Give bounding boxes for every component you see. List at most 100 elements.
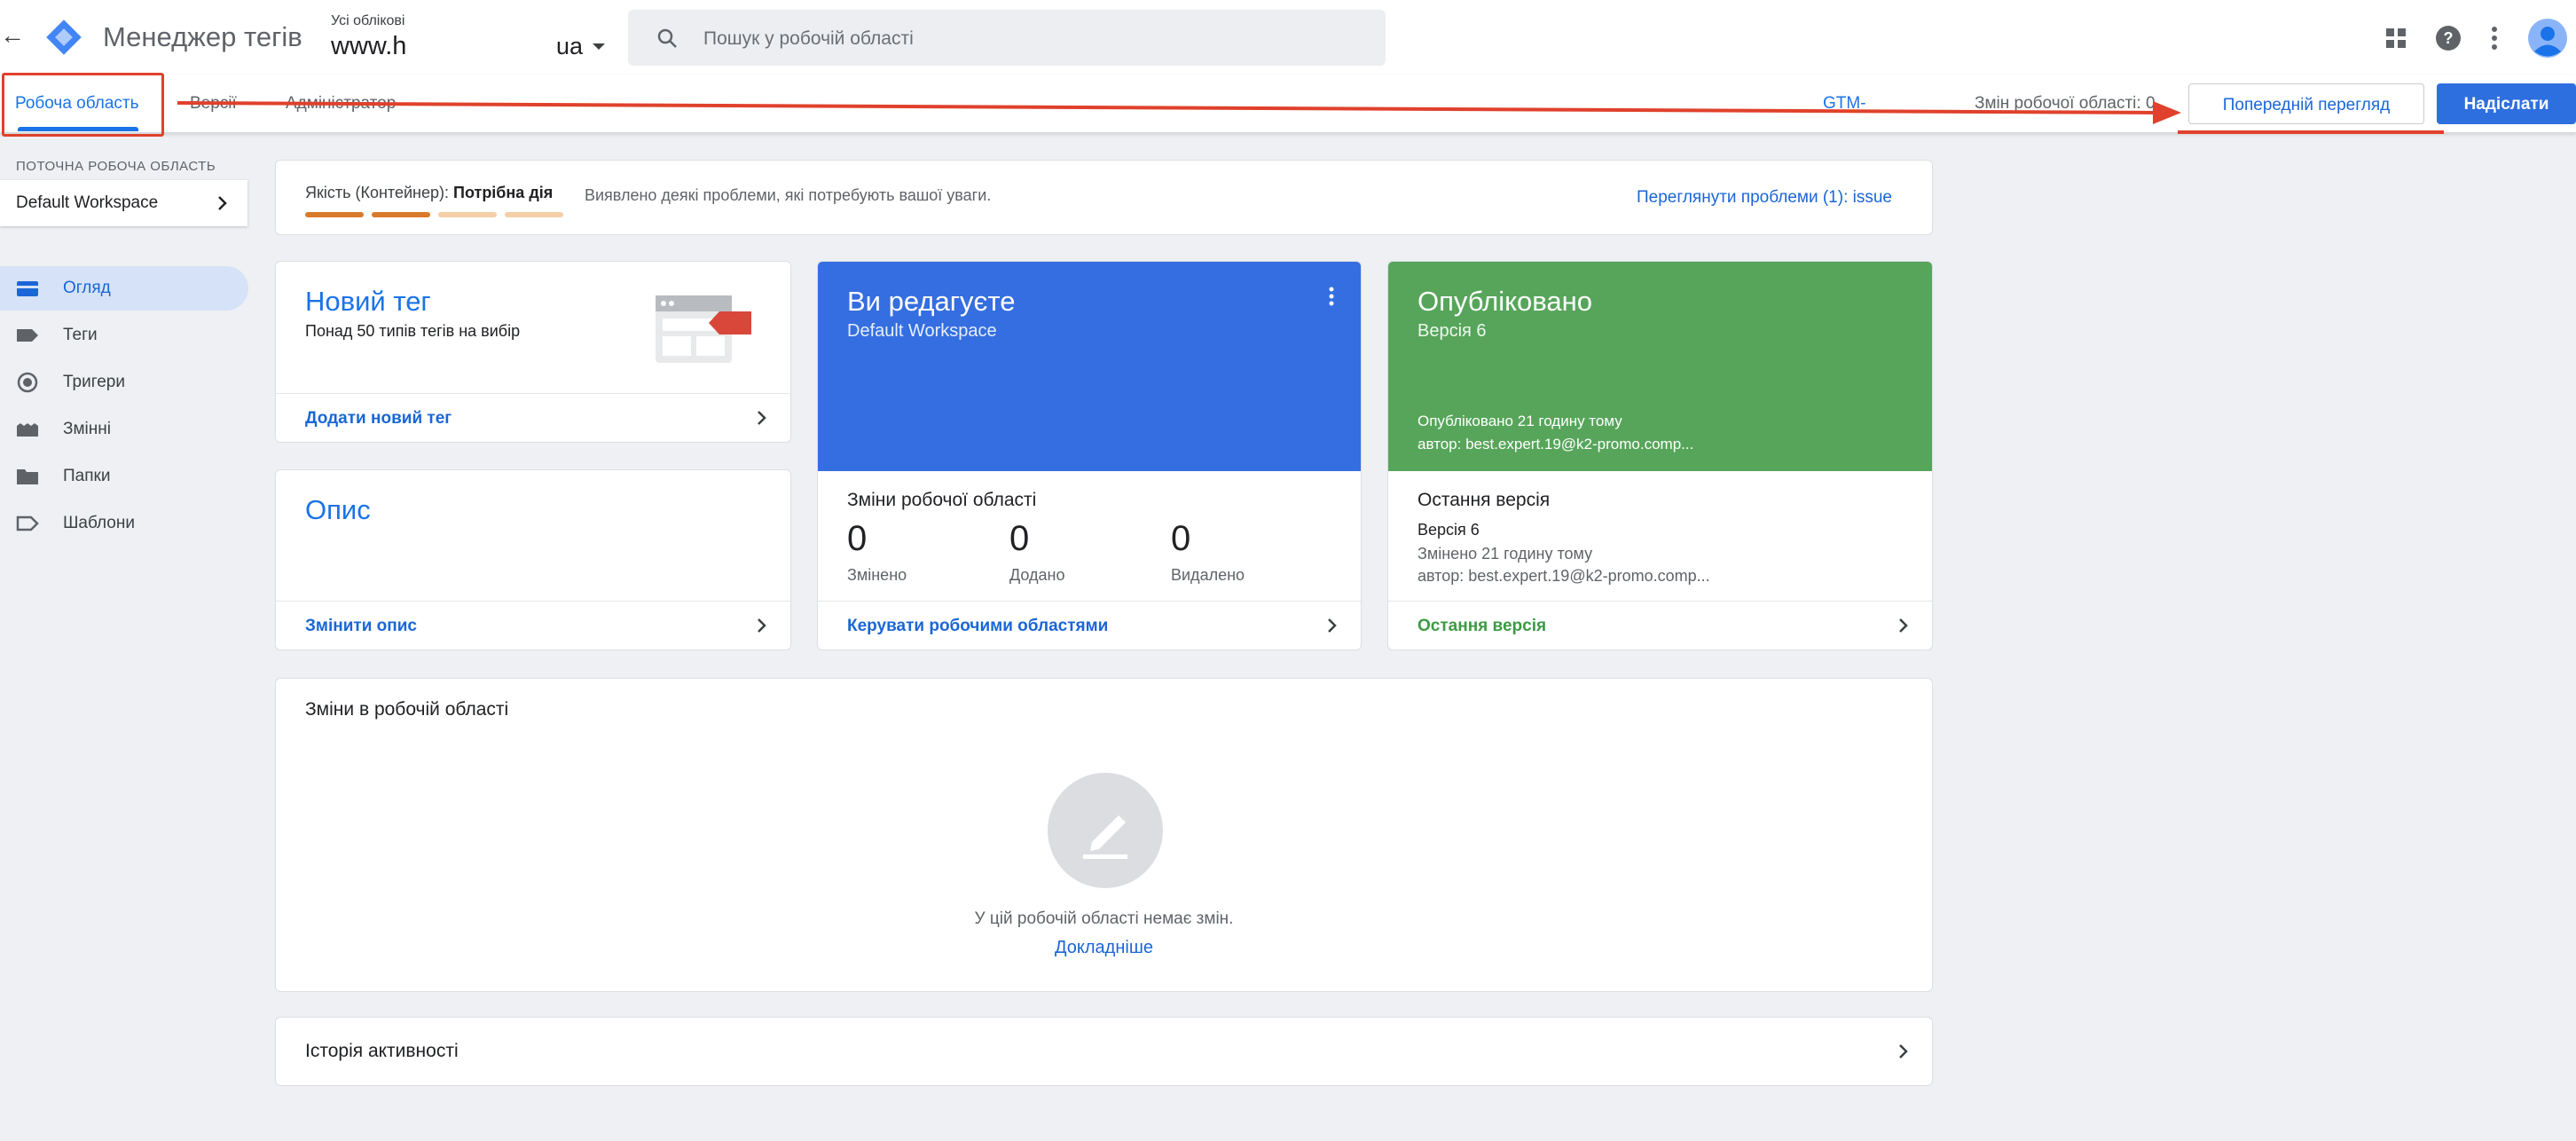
sidebar-item-label: Змінні	[63, 420, 111, 438]
preview-button-label: Попередній перегляд	[2222, 96, 2391, 114]
published-card[interactable]: Опубліковано Версія 6 Опубліковано 21 го…	[1387, 261, 1933, 650]
search-bar[interactable]: Пошук у робочій області	[628, 10, 1386, 66]
sidebar-item-label: Шаблони	[63, 514, 135, 532]
container-suffix[interactable]: ua	[556, 33, 583, 60]
latest-version-title: Остання версія	[1418, 490, 1551, 510]
activity-history-card[interactable]: Історія активності	[275, 1017, 1933, 1086]
preview-button[interactable]: Попередній перегляд	[2188, 83, 2424, 124]
stat-added-value: 0	[1009, 519, 1030, 558]
template-icon	[16, 515, 39, 531]
new-tag-footer[interactable]: Додати новий тег	[276, 393, 790, 442]
editing-header: Ви редагуєте Default Workspace	[818, 262, 1361, 471]
back-arrow-icon[interactable]: ←	[0, 21, 25, 50]
account-caption[interactable]: Усі облікові	[331, 13, 404, 29]
stat-deleted-value: 0	[1171, 519, 1191, 558]
chevron-right-icon	[1899, 1044, 1908, 1058]
editing-workspace-card[interactable]: Ви редагуєте Default Workspace Зміни роб…	[817, 261, 1362, 650]
tag-icon	[17, 329, 38, 342]
published-version: Версія 6	[1418, 321, 1487, 341]
activity-history-title: Історія активності	[305, 1041, 459, 1061]
workspace-selector-label: Default Workspace	[16, 193, 159, 212]
more-vert-icon[interactable]	[1328, 286, 1335, 307]
search-icon	[657, 28, 677, 48]
editing-workspace-name: Default Workspace	[847, 321, 997, 341]
workspace-toolbar: Робоча область Версії Адміністратор GTM-…	[0, 73, 2576, 137]
quality-message: Виявлено деякі проблеми, які потребують …	[585, 186, 992, 204]
top-app-bar: ← Менеджер тегів Усі облікові www.h ua П…	[0, 0, 2576, 75]
new-tag-title: Новий тег	[305, 286, 431, 317]
quality-status: Потрібна дія	[453, 184, 554, 201]
sidebar-item-label: Папки	[63, 467, 111, 485]
sidebar-item-variables[interactable]: Змінні	[0, 407, 248, 452]
variables-icon	[17, 423, 38, 437]
sidebar-item-triggers[interactable]: Тригери	[0, 360, 248, 405]
view-issues-link[interactable]: Переглянути проблеми (1): issue	[1637, 188, 1892, 208]
published-footer[interactable]: Остання версія	[1388, 601, 1932, 649]
new-tag-subtitle: Понад 50 типів тегів на вибір	[305, 322, 521, 340]
sidebar-item-label: Тригери	[63, 373, 125, 391]
app-name: Менеджер тегів	[103, 21, 302, 52]
tab-highlight-box	[2, 73, 164, 137]
sidebar-item-tags[interactable]: Теги	[0, 313, 248, 358]
trigger-icon	[17, 372, 38, 393]
edit-pencil-icon	[1048, 773, 1163, 888]
sidebar-item-label: Теги	[63, 326, 98, 344]
stat-added-label: Додано	[1009, 566, 1065, 584]
tag-manager-logo	[46, 20, 82, 55]
chevron-right-icon	[1899, 618, 1908, 633]
chevron-right-icon	[1328, 618, 1337, 633]
current-workspace-caption: ПОТОЧНА РОБОЧА ОБЛАСТЬ	[16, 159, 216, 174]
sidebar-item-overview[interactable]: Огляд	[0, 266, 248, 311]
chevron-right-icon	[218, 196, 227, 210]
quality-label: Якість (Контейнер):	[305, 184, 449, 201]
sidebar-item-templates[interactable]: Шаблони	[0, 501, 248, 546]
new-tag-card[interactable]: Новий тег Понад 50 типів тегів на вибір …	[275, 261, 791, 443]
submit-button[interactable]: Надіслати	[2437, 83, 2576, 124]
latest-author: автор: best.expert.19@k2-promo.comp...	[1418, 567, 1710, 585]
latest-changed-when: Змінено 21 годину тому	[1418, 545, 1593, 563]
annotation-arrow	[177, 101, 2181, 124]
latest-version-number: Версія 6	[1418, 521, 1480, 539]
quality-segment	[505, 212, 563, 217]
overview-icon	[17, 281, 38, 296]
published-header: Опубліковано Версія 6 Опубліковано 21 го…	[1388, 262, 1932, 471]
submit-button-label: Надіслати	[2463, 95, 2549, 114]
svg-text:?: ?	[2444, 29, 2454, 47]
search-input[interactable]: Пошук у робочій області	[703, 28, 914, 50]
manage-workspaces-link[interactable]: Керувати робочими областями	[847, 617, 1108, 636]
published-title: Опубліковано	[1418, 286, 1592, 317]
edit-description-link[interactable]: Змінити опис	[305, 617, 417, 636]
sidebar-item-folders[interactable]: Папки	[0, 454, 248, 499]
more-vert-icon[interactable]	[2489, 25, 2500, 51]
workspace-changes-card: Зміни в робочій області У цій робочій об…	[275, 678, 1933, 992]
quality-meter	[305, 212, 571, 217]
stat-deleted-label: Видалено	[1171, 566, 1245, 584]
add-new-tag-link[interactable]: Додати новий тег	[305, 409, 452, 429]
published-when: Опубліковано 21 годину тому	[1418, 413, 1622, 429]
chevron-right-icon	[758, 411, 766, 425]
description-footer[interactable]: Змінити опис	[276, 601, 790, 649]
description-card[interactable]: Опис Змінити опис	[275, 469, 791, 650]
container-name[interactable]: www.h	[331, 32, 406, 61]
latest-version-link[interactable]: Остання версія	[1418, 617, 1546, 636]
no-changes-text: У цій робочій області немає змін.	[974, 909, 1234, 928]
editing-title: Ви редагуєте	[847, 286, 1016, 317]
quality-segment	[305, 212, 364, 217]
quality-segment	[438, 212, 497, 217]
sidebar-item-label: Огляд	[63, 279, 111, 297]
avatar[interactable]	[2528, 19, 2567, 58]
workspace-selector[interactable]: Default Workspace	[0, 180, 247, 226]
help-icon[interactable]: ?	[2435, 25, 2462, 51]
stat-modified-value: 0	[847, 519, 868, 558]
folder-icon	[17, 469, 38, 484]
chevron-right-icon	[758, 618, 766, 633]
quality-segment	[372, 212, 430, 217]
container-dropdown-icon[interactable]	[592, 43, 606, 51]
learn-more-link[interactable]: Докладніше	[276, 938, 1932, 958]
apps-grid-icon[interactable]	[2385, 28, 2407, 49]
quality-card: Якість (Контейнер): Потрібна дія Виявлен…	[275, 160, 1933, 235]
workspace-changes-title: Зміни робочої області	[847, 490, 1037, 510]
workspace-changes-heading: Зміни в робочій області	[305, 699, 509, 720]
editing-footer[interactable]: Керувати робочими областями	[818, 601, 1361, 649]
stat-modified-label: Змінено	[847, 566, 907, 584]
